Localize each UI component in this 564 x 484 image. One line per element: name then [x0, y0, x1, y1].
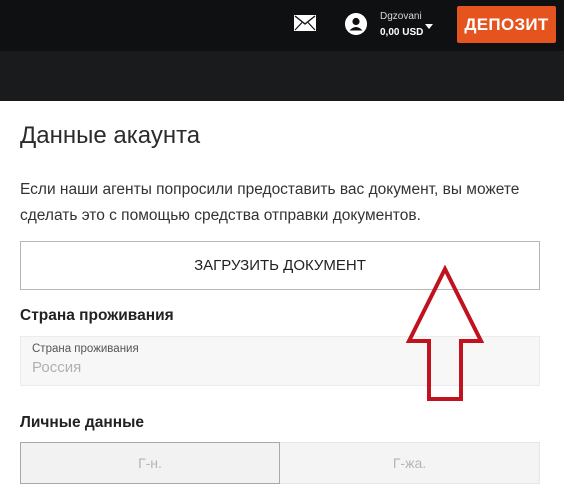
caret-down-icon[interactable]	[425, 24, 433, 29]
upload-description: Если наши агенты попросили предоставить …	[20, 181, 520, 224]
secondary-header-bar	[0, 51, 564, 101]
gender-option-mrs[interactable]: Г-жа.	[280, 442, 540, 484]
account-balance[interactable]: 0,00 USD	[380, 27, 423, 38]
page-title: Данные акаунта	[20, 122, 201, 149]
user-name[interactable]: Dgzovani	[380, 11, 422, 22]
top-navigation-bar: Dgzovani 0,00 USD ДЕПОЗИТ	[0, 0, 564, 51]
residence-section-label: Страна проживания	[20, 307, 174, 324]
annotation-arrow-icon	[405, 265, 485, 401]
country-field-value: Россия	[32, 359, 82, 376]
deposit-button[interactable]: ДЕПОЗИТ	[457, 6, 556, 43]
mail-icon[interactable]	[294, 15, 316, 31]
user-icon[interactable]	[345, 13, 367, 35]
country-field-caption: Страна проживания	[32, 343, 139, 355]
gender-option-mr[interactable]: Г-н.	[20, 442, 280, 484]
personal-data-section-label: Личные данные	[20, 414, 144, 431]
